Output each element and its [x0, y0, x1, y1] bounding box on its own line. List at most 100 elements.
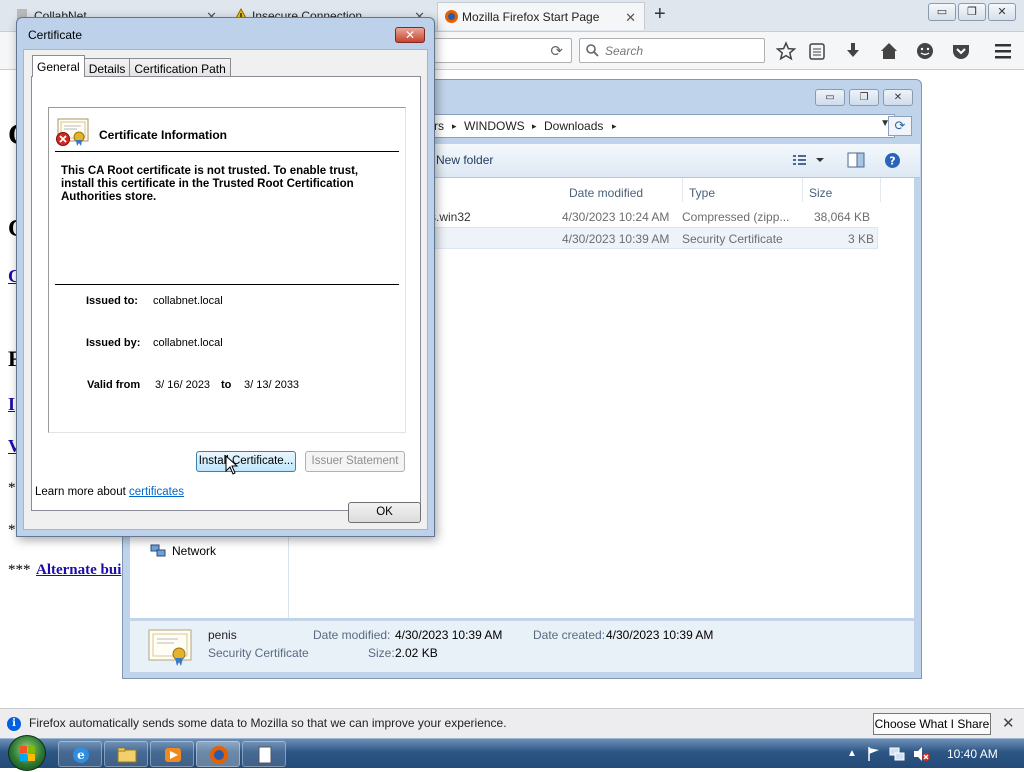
taskbar-firefox[interactable] — [196, 741, 240, 767]
breadcrumb-separator: ▸ — [452, 121, 457, 131]
minimize-button[interactable]: ▭ — [928, 3, 956, 21]
search-placeholder: Search — [605, 44, 644, 58]
svg-text:?: ? — [889, 155, 895, 168]
help-icon[interactable]: ? — [884, 152, 901, 169]
issued-by-value: collabnet.local — [153, 337, 223, 349]
action-center-flag-icon[interactable] — [867, 746, 881, 762]
details-date-created: 4/30/2023 10:39 AM — [606, 628, 714, 642]
taskbar-certificate-window[interactable] — [242, 741, 286, 767]
file-size: 38,064 KB — [813, 210, 870, 224]
notification-bar: i Firefox automatically sends some data … — [0, 708, 1024, 738]
tab-details[interactable]: Details — [83, 58, 131, 77]
new-tab-button[interactable]: + — [654, 3, 666, 26]
show-hidden-icons-icon[interactable]: ▲ — [847, 748, 857, 759]
folder-icon — [117, 747, 137, 763]
certificates-link[interactable]: certificates — [129, 486, 184, 498]
column-header-type[interactable]: Type — [683, 178, 803, 202]
breadcrumb-separator: ▸ — [532, 121, 537, 131]
file-row-selected[interactable]: 4/30/2023 10:39 AM Security Certificate … — [430, 227, 878, 249]
breadcrumb[interactable]: Downloads — [544, 119, 603, 133]
taskbar-internet-explorer[interactable]: e — [58, 741, 102, 767]
menu-icon[interactable] — [993, 41, 1013, 61]
valid-from-label: Valid from — [87, 379, 141, 391]
certificate-info-title: Certificate Information — [99, 128, 228, 142]
untrusted-certificate-icon — [55, 118, 89, 148]
pocket-icon[interactable] — [951, 41, 971, 61]
valid-to-label: to — [221, 379, 232, 391]
explorer-close-button[interactable]: ✕ — [883, 89, 913, 106]
url-bar[interactable]: ⟳ — [430, 38, 572, 63]
home-icon[interactable] — [879, 41, 899, 61]
details-date-modified-label: Date modified: — [313, 628, 391, 642]
taskbar-clock: 10:40 AM — [947, 747, 998, 761]
mouse-cursor-icon — [225, 455, 239, 475]
download-icon[interactable] — [843, 41, 863, 61]
nav-item-network[interactable]: Network — [150, 544, 216, 558]
file-size: 3 KB — [847, 232, 874, 246]
general-tab-page: Certificate Information This CA Root cer… — [31, 76, 421, 511]
column-header-date-modified[interactable]: Date modified — [563, 178, 683, 202]
details-file-type: Security Certificate — [208, 646, 309, 660]
explorer-minimize-button[interactable]: ▭ — [815, 89, 845, 106]
file-row[interactable]: s.win32 4/30/2023 10:24 AM Compressed (z… — [430, 206, 878, 228]
restore-button[interactable]: ❐ — [958, 3, 986, 21]
ok-button[interactable]: OK — [348, 502, 421, 523]
breadcrumb[interactable]: WINDOWS — [464, 119, 525, 133]
taskbar: e ▲ 10:40 AM — [0, 735, 1024, 771]
choose-what-i-share-button[interactable]: Choose What I Share — [873, 713, 991, 735]
file-date: 4/30/2023 10:24 AM — [562, 210, 670, 224]
taskbar-file-explorer[interactable] — [104, 741, 148, 767]
column-header-size[interactable]: Size — [803, 178, 881, 202]
notification-close-icon[interactable]: ✕ — [1002, 714, 1015, 732]
details-size-label: Size: — [368, 646, 395, 660]
bookmark-star-icon[interactable] — [776, 41, 796, 61]
page-text-fragment: *** — [8, 562, 31, 578]
tab-certification-path[interactable]: Certification Path — [129, 58, 231, 77]
details-size: 2.02 KB — [395, 646, 438, 660]
info-icon: i — [7, 717, 21, 731]
page-text-fragment: * — [8, 480, 16, 496]
search-input[interactable]: Search — [579, 38, 765, 63]
reload-icon[interactable]: ⟳ — [550, 42, 563, 60]
media-player-icon — [165, 748, 181, 762]
install-certificate-button[interactable]: Install Certificate... — [196, 451, 296, 472]
tab-general[interactable]: General — [32, 55, 85, 77]
details-pane: penis Security Certificate Date modified… — [130, 620, 914, 672]
firefox-icon — [444, 9, 459, 24]
notification-text: Firefox automatically sends some data to… — [29, 716, 507, 730]
issuer-statement-button[interactable]: Issuer Statement — [305, 451, 405, 472]
certificate-info-box: Certificate Information This CA Root cer… — [48, 107, 406, 433]
tab-mozilla-start-page[interactable]: Mozilla Firefox Start Page ✕ — [437, 2, 645, 30]
page-text-fragment: * — [8, 522, 16, 538]
close-button[interactable]: ✕ — [988, 3, 1016, 21]
issued-to-label: Issued to: — [86, 295, 138, 307]
hello-icon[interactable] — [915, 41, 935, 61]
tab-label: Mozilla Firefox Start Page — [462, 10, 600, 24]
svg-text:e: e — [77, 748, 85, 762]
explorer-maximize-button[interactable]: ❐ — [849, 89, 879, 106]
reading-list-icon[interactable] — [807, 41, 827, 61]
windows-logo-icon — [20, 746, 35, 761]
new-folder-button[interactable]: New folder — [436, 153, 493, 167]
address-bar[interactable]: rs ▸ WINDOWS ▸ Downloads ▸ ▼ — [427, 114, 895, 138]
dialog-close-button[interactable]: ✕ — [395, 27, 425, 43]
breadcrumb[interactable]: rs — [434, 119, 444, 133]
volume-muted-icon[interactable] — [913, 746, 931, 762]
tab-close-icon[interactable]: ✕ — [625, 10, 636, 26]
dialog-title: Certificate — [28, 28, 83, 42]
details-date-created-label: Date created: — [533, 628, 606, 642]
taskbar-media-player[interactable] — [150, 741, 194, 767]
certificate-file-icon — [148, 627, 194, 667]
valid-from-value: 3/ 16/ 2023 — [155, 379, 211, 391]
start-button[interactable] — [8, 735, 46, 771]
firefox-icon — [210, 746, 228, 764]
alternate-build-link[interactable]: Alternate bui — [36, 562, 121, 579]
network-tray-icon[interactable] — [889, 746, 905, 762]
refresh-icon[interactable]: ⟳ — [888, 116, 912, 136]
preview-pane-icon[interactable] — [847, 152, 865, 168]
view-options-icon[interactable] — [792, 153, 826, 167]
dialog-tabs: General Details Certification Path — [32, 55, 231, 77]
page-link-fragment[interactable]: I — [8, 394, 15, 415]
internet-explorer-icon: e — [73, 747, 89, 763]
file-name: s.win32 — [430, 210, 471, 224]
